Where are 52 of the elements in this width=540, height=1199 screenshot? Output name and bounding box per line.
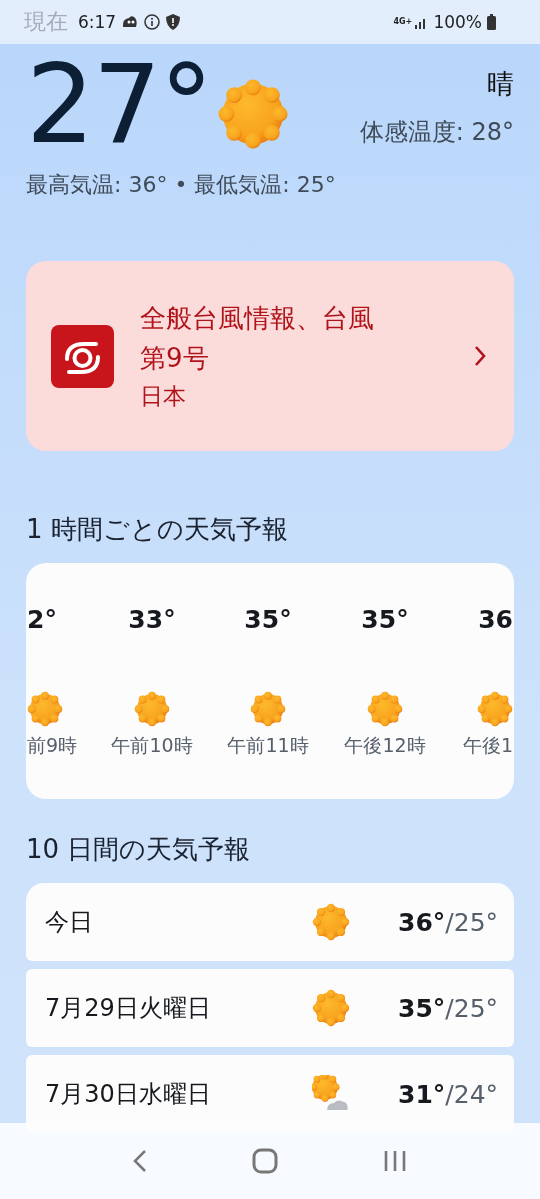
- hourly-time: 前9時: [27, 733, 78, 758]
- hourly-time: 午前10時: [111, 733, 193, 758]
- typhoon-alert-card[interactable]: 全般台風情報、台風第9号 日本: [26, 261, 514, 451]
- info-icon: [144, 14, 161, 30]
- sun-cloud-icon: [312, 1075, 350, 1113]
- daily-forecast-row[interactable]: 7月29日火曜日 35°/25°: [26, 969, 514, 1047]
- hourly-temperature: 35°: [244, 604, 292, 636]
- sun-icon: [250, 691, 286, 727]
- alert-title: 全般台風情報、台風第9号: [140, 302, 375, 375]
- low-temperature: /25°: [445, 907, 499, 937]
- alert-region: 日本: [140, 382, 187, 411]
- hourly-temperature: 36: [478, 604, 513, 636]
- sun-icon: [477, 691, 513, 727]
- day-label: 7月29日火曜日: [45, 993, 212, 1024]
- chevron-right-icon: [474, 345, 486, 367]
- page-title: 現在: [24, 8, 68, 36]
- recent-apps-icon[interactable]: [383, 1150, 408, 1172]
- back-icon[interactable]: [132, 1149, 147, 1173]
- hourly-time: 午後1: [462, 733, 513, 758]
- hourly-time: 午後12時: [344, 733, 426, 758]
- sun-icon: [217, 78, 290, 150]
- shield-icon: [166, 14, 181, 30]
- sun-icon: [367, 691, 403, 727]
- home-icon[interactable]: [252, 1148, 278, 1174]
- sun-icon: [312, 989, 350, 1027]
- high-temperature: 35°: [398, 993, 446, 1023]
- sun-icon: [134, 691, 170, 727]
- app-icon: [122, 15, 139, 29]
- sun-icon: [27, 691, 63, 727]
- day-label: 7月30日水曜日: [45, 1079, 212, 1110]
- section-heading: 10 日間の天気予報: [26, 833, 251, 866]
- low-temperature: /25°: [445, 993, 499, 1023]
- hourly-temperature: 33°: [128, 604, 176, 636]
- daily-forecast-row[interactable]: 今日 36°/25°: [26, 883, 514, 961]
- clock: 6:17: [78, 12, 117, 32]
- day-label: 今日: [45, 907, 94, 938]
- high-low-temperature: 最高気温: 36° • 最低気温: 25°: [26, 171, 336, 199]
- weather-condition: 晴: [487, 67, 514, 101]
- feels-like-temperature: 体感温度: 28°: [359, 117, 514, 148]
- hourly-temperature: 2°: [27, 604, 57, 636]
- current-temperature: 27°: [26, 50, 212, 160]
- hourly-temperature: 35°: [361, 604, 409, 636]
- section-heading: 1 時間ごとの天気予報: [26, 513, 288, 546]
- battery-level: 100%: [433, 12, 482, 32]
- low-temperature: /24°: [445, 1079, 499, 1109]
- high-temperature: 36°: [398, 907, 446, 937]
- high-temperature: 31°: [398, 1079, 446, 1109]
- hourly-time: 午前11時: [227, 733, 309, 758]
- sun-icon: [312, 903, 350, 941]
- network-type: 4G+: [393, 18, 410, 26]
- typhoon-icon: [51, 324, 114, 388]
- battery-icon: [487, 14, 496, 30]
